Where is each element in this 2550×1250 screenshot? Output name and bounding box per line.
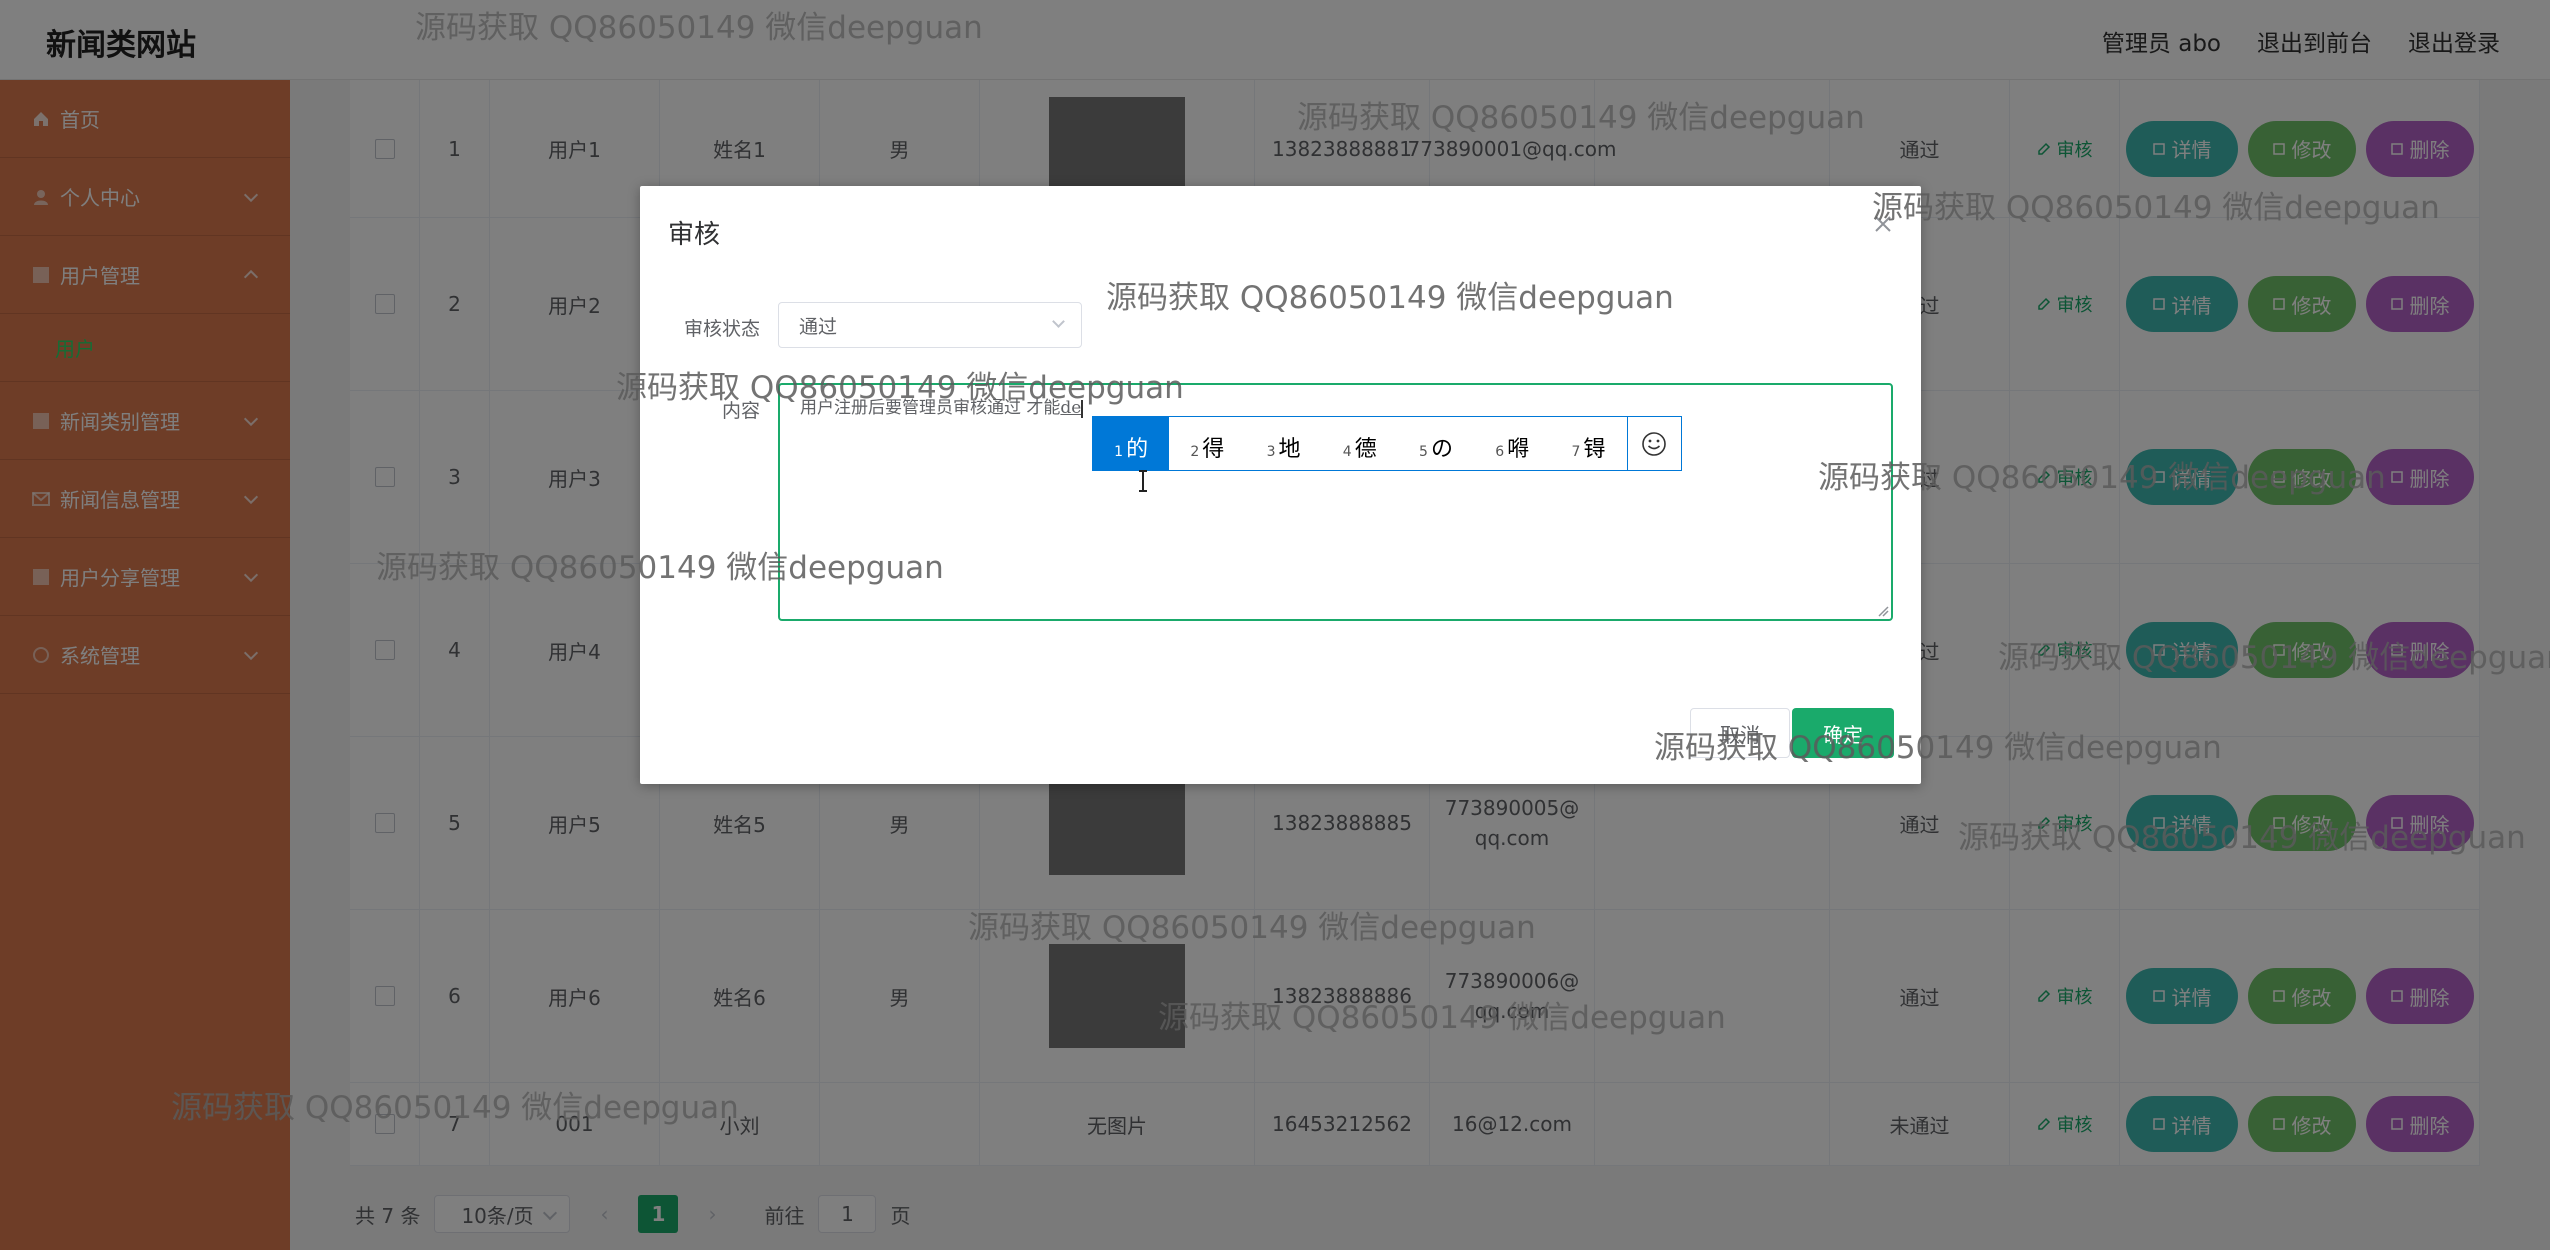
- candidate-index: 1: [1114, 444, 1124, 460]
- ime-candidate[interactable]: 3地: [1245, 417, 1321, 470]
- ime-candidate[interactable]: 1的: [1093, 417, 1170, 470]
- chevron-down-icon: [1052, 315, 1065, 328]
- resize-handle-icon[interactable]: [1877, 605, 1889, 617]
- candidate-index: 6: [1495, 444, 1505, 460]
- ime-candidate[interactable]: 7锝: [1550, 417, 1626, 470]
- candidate-char: 得: [1202, 437, 1225, 462]
- candidate-char: 的: [1126, 437, 1149, 462]
- emoji-icon[interactable]: [1626, 417, 1681, 470]
- candidate-index: 3: [1266, 444, 1276, 460]
- candidate-char: 地: [1278, 437, 1301, 462]
- watermark-text: 源码获取 QQ86050149 微信deepguan: [968, 910, 1536, 946]
- status-select-value: 通过: [799, 315, 838, 338]
- watermark-text: 源码获取 QQ86050149 微信deepguan: [1958, 820, 2526, 856]
- watermark-text: 源码获取 QQ86050149 微信deepguan: [1872, 190, 2440, 226]
- candidate-char: 锝: [1583, 437, 1606, 462]
- candidate-char: 嘚: [1507, 437, 1530, 462]
- candidate-index: 7: [1571, 444, 1581, 460]
- watermark-text: 源码获取 QQ86050149 微信deepguan: [1818, 460, 2386, 496]
- candidate-char: 德: [1354, 437, 1377, 462]
- watermark-text: 源码获取 QQ86050149 微信deepguan: [1297, 100, 1865, 136]
- watermark-text: 源码获取 QQ86050149 微信deepguan: [616, 370, 1184, 406]
- candidate-index: 4: [1342, 444, 1352, 460]
- candidate-index: 2: [1190, 444, 1200, 460]
- status-label: 审核状态: [683, 318, 760, 340]
- watermark-text: 源码获取 QQ86050149 微信deepguan: [1106, 280, 1674, 316]
- ibeam-cursor-icon: [1139, 470, 1147, 492]
- watermark-text: 源码获取 QQ86050149 微信deepguan: [171, 1090, 739, 1126]
- dialog-title: 审核: [668, 220, 721, 250]
- watermark-text: 源码获取 QQ86050149 微信deepguan: [1654, 730, 2222, 766]
- ime-candidate[interactable]: 2得: [1169, 417, 1245, 470]
- watermark-text: 源码获取 QQ86050149 微信deepguan: [376, 550, 944, 586]
- ime-candidate[interactable]: 5の: [1398, 417, 1474, 470]
- watermark-text: 源码获取 QQ86050149 微信deepguan: [415, 10, 983, 46]
- candidate-char: の: [1430, 437, 1453, 462]
- ime-candidate[interactable]: 6嘚: [1474, 417, 1550, 470]
- status-select[interactable]: 通过: [778, 302, 1082, 348]
- watermark-text: 源码获取 QQ86050149 微信deepguan: [1998, 640, 2550, 676]
- ime-candidate-bar: 1的 2得 3地 4德 5の 6嘚 7锝: [1092, 416, 1682, 471]
- watermark-text: 源码获取 QQ86050149 微信deepguan: [1158, 1000, 1726, 1036]
- ime-candidate[interactable]: 4德: [1322, 417, 1398, 470]
- candidate-index: 5: [1419, 444, 1428, 460]
- smiley-icon: [1642, 431, 1667, 456]
